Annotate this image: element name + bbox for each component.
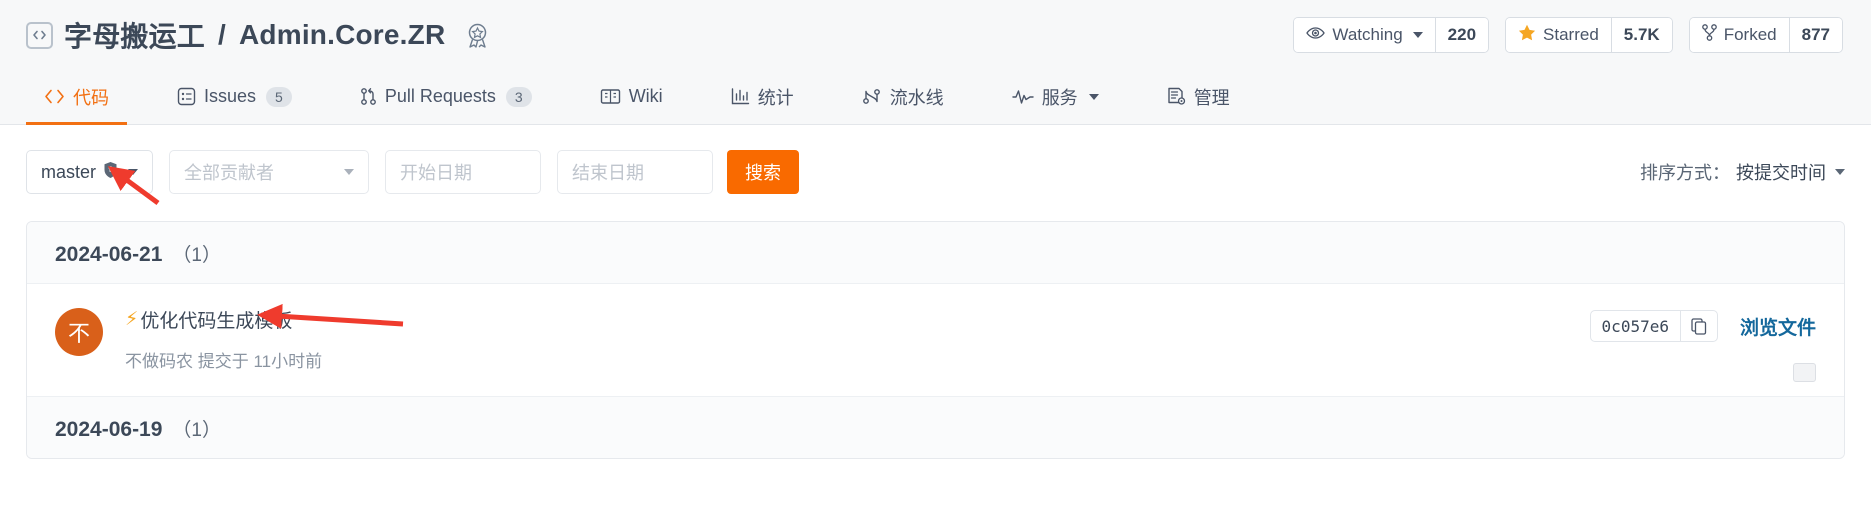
annotation-arrow-commit (257, 303, 404, 329)
annotation-arrow-branch (107, 166, 160, 206)
annotation-overlay (107, 166, 404, 329)
commit-history-page: 字母搬运工 / Admin.Core.ZR Watching 220 Starr… (0, 0, 1871, 508)
